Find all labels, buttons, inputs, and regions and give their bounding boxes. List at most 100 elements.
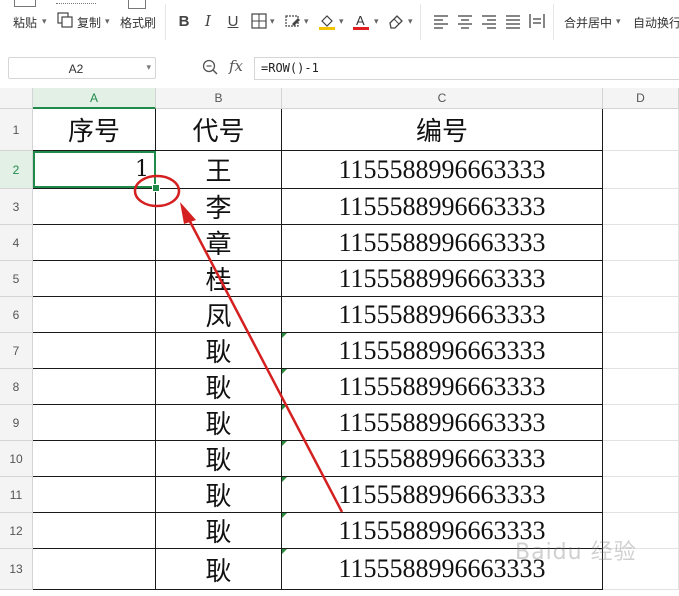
cell-a3[interactable] bbox=[33, 189, 156, 225]
row-header-8[interactable]: 8 bbox=[0, 369, 33, 405]
cell-d5[interactable] bbox=[603, 261, 679, 297]
bold-button[interactable]: B bbox=[175, 12, 193, 30]
column-header-d[interactable]: D bbox=[603, 88, 679, 109]
chevron-down-icon[interactable]: ▾ bbox=[374, 16, 379, 27]
cell-b2[interactable]: 王 bbox=[156, 151, 282, 189]
cell-a13[interactable] bbox=[33, 549, 156, 590]
cell-b7[interactable]: 耿 bbox=[156, 333, 282, 369]
cell-b8[interactable]: 耿 bbox=[156, 369, 282, 405]
fill-handle[interactable] bbox=[152, 184, 160, 192]
cell-a12[interactable] bbox=[33, 513, 156, 549]
row-header-9[interactable]: 9 bbox=[0, 405, 33, 441]
cell-c6[interactable]: 1155588996663333 bbox=[282, 297, 603, 333]
cell-a1[interactable]: 序号 bbox=[33, 109, 156, 151]
cell-a9[interactable] bbox=[33, 405, 156, 441]
cell-d4[interactable] bbox=[603, 225, 679, 261]
chevron-down-icon[interactable]: ▾ bbox=[270, 16, 275, 27]
cell-a7[interactable] bbox=[33, 333, 156, 369]
cell-d11[interactable] bbox=[603, 477, 679, 513]
row-header-4[interactable]: 4 bbox=[0, 225, 33, 261]
cell-c1[interactable]: 编号 bbox=[282, 109, 603, 151]
cell-d1[interactable] bbox=[603, 109, 679, 151]
cell-a4[interactable] bbox=[33, 225, 156, 261]
chevron-down-icon[interactable]: ▾ bbox=[105, 16, 110, 27]
fx-icon[interactable]: fx bbox=[229, 57, 243, 75]
auto-wrap-button[interactable]: 自动换行 bbox=[630, 0, 679, 44]
cell-a2[interactable]: 1 bbox=[33, 151, 156, 189]
cell-c3[interactable]: 1155588996663333 bbox=[282, 189, 603, 225]
justify-button[interactable] bbox=[504, 12, 522, 30]
border-button[interactable] bbox=[250, 12, 268, 30]
row-header-3[interactable]: 3 bbox=[0, 189, 33, 225]
cell-b4[interactable]: 章 bbox=[156, 225, 282, 261]
underline-button[interactable]: U bbox=[224, 12, 242, 30]
cell-d7[interactable] bbox=[603, 333, 679, 369]
chevron-down-icon[interactable]: ▾ bbox=[339, 16, 344, 27]
row-header-5[interactable]: 5 bbox=[0, 261, 33, 297]
cell-b11[interactable]: 耿 bbox=[156, 477, 282, 513]
merge-center-button[interactable]: 合并居中 ▾ bbox=[562, 0, 624, 44]
row-header-2[interactable]: 2 bbox=[0, 151, 33, 189]
cell-c8[interactable]: 1155588996663333 bbox=[282, 369, 603, 405]
format-painter-button[interactable]: 格式刷 bbox=[118, 0, 160, 44]
zoom-icon[interactable] bbox=[202, 59, 218, 75]
row-header-12[interactable]: 12 bbox=[0, 513, 33, 549]
cell-c7[interactable]: 1155588996663333 bbox=[282, 333, 603, 369]
formula-input[interactable]: =ROW()-1 bbox=[254, 57, 679, 80]
cell-a6[interactable] bbox=[33, 297, 156, 333]
chevron-down-icon[interactable]: ▾ bbox=[304, 16, 309, 27]
cell-d10[interactable] bbox=[603, 441, 679, 477]
cell-c2[interactable]: 1155588996663333 bbox=[282, 151, 603, 189]
row-header-1[interactable]: 1 bbox=[0, 109, 33, 151]
cell-b10[interactable]: 耿 bbox=[156, 441, 282, 477]
italic-button[interactable]: I bbox=[199, 12, 217, 30]
name-box[interactable]: A2 ▾ bbox=[8, 57, 156, 79]
fill-color-button[interactable] bbox=[318, 12, 336, 30]
cell-c4[interactable]: 1155588996663333 bbox=[282, 225, 603, 261]
cell-b1[interactable]: 代号 bbox=[156, 109, 282, 151]
cell-style-button[interactable] bbox=[284, 12, 302, 30]
font-color-button[interactable]: A bbox=[352, 12, 370, 30]
cell-b5[interactable]: 桂 bbox=[156, 261, 282, 297]
cell-a11[interactable] bbox=[33, 477, 156, 513]
cell-a10[interactable] bbox=[33, 441, 156, 477]
row-header-6[interactable]: 6 bbox=[0, 297, 33, 333]
distribute-button[interactable] bbox=[528, 12, 546, 30]
cell-c9[interactable]: 1155588996663333 bbox=[282, 405, 603, 441]
align-center-button[interactable] bbox=[456, 12, 474, 30]
cell-d3[interactable] bbox=[603, 189, 679, 225]
row-header-10[interactable]: 10 bbox=[0, 441, 33, 477]
cell-b12[interactable]: 耿 bbox=[156, 513, 282, 549]
cell-c11[interactable]: 1155588996663333 bbox=[282, 477, 603, 513]
column-header-b[interactable]: B bbox=[156, 88, 282, 109]
cell-value: 代号 bbox=[192, 117, 245, 147]
column-header-c[interactable]: C bbox=[282, 88, 603, 109]
align-right-button[interactable] bbox=[480, 12, 498, 30]
chevron-down-icon[interactable]: ▾ bbox=[408, 16, 413, 27]
cell-a8[interactable] bbox=[33, 369, 156, 405]
cell-a5[interactable] bbox=[33, 261, 156, 297]
cell-b6[interactable]: 凤 bbox=[156, 297, 282, 333]
cell-b3[interactable]: 李 bbox=[156, 189, 282, 225]
copy-button[interactable]: 复制 ▾ bbox=[55, 0, 115, 44]
align-left-button[interactable] bbox=[432, 12, 450, 30]
cell-c10[interactable]: 1155588996663333 bbox=[282, 441, 603, 477]
cell-b9[interactable]: 耿 bbox=[156, 405, 282, 441]
clear-button[interactable] bbox=[387, 12, 405, 30]
chevron-down-icon[interactable]: ▾ bbox=[616, 16, 621, 27]
row-header-7[interactable]: 7 bbox=[0, 333, 33, 369]
cell-d2[interactable] bbox=[603, 151, 679, 189]
select-all-corner[interactable] bbox=[0, 88, 33, 109]
paste-button[interactable]: 粘贴 ▾ bbox=[10, 0, 50, 44]
cell-d9[interactable] bbox=[603, 405, 679, 441]
row-header-11[interactable]: 11 bbox=[0, 477, 33, 513]
chevron-down-icon[interactable]: ▾ bbox=[42, 16, 47, 27]
name-box-value: A2 bbox=[68, 62, 84, 76]
cell-d8[interactable] bbox=[603, 369, 679, 405]
cell-d6[interactable] bbox=[603, 297, 679, 333]
column-header-a[interactable]: A bbox=[33, 88, 156, 109]
chevron-down-icon[interactable]: ▾ bbox=[146, 62, 151, 73]
cell-c5[interactable]: 1155588996663333 bbox=[282, 261, 603, 297]
cell-b13[interactable]: 耿 bbox=[156, 549, 282, 590]
row-header-13[interactable]: 13 bbox=[0, 549, 33, 590]
